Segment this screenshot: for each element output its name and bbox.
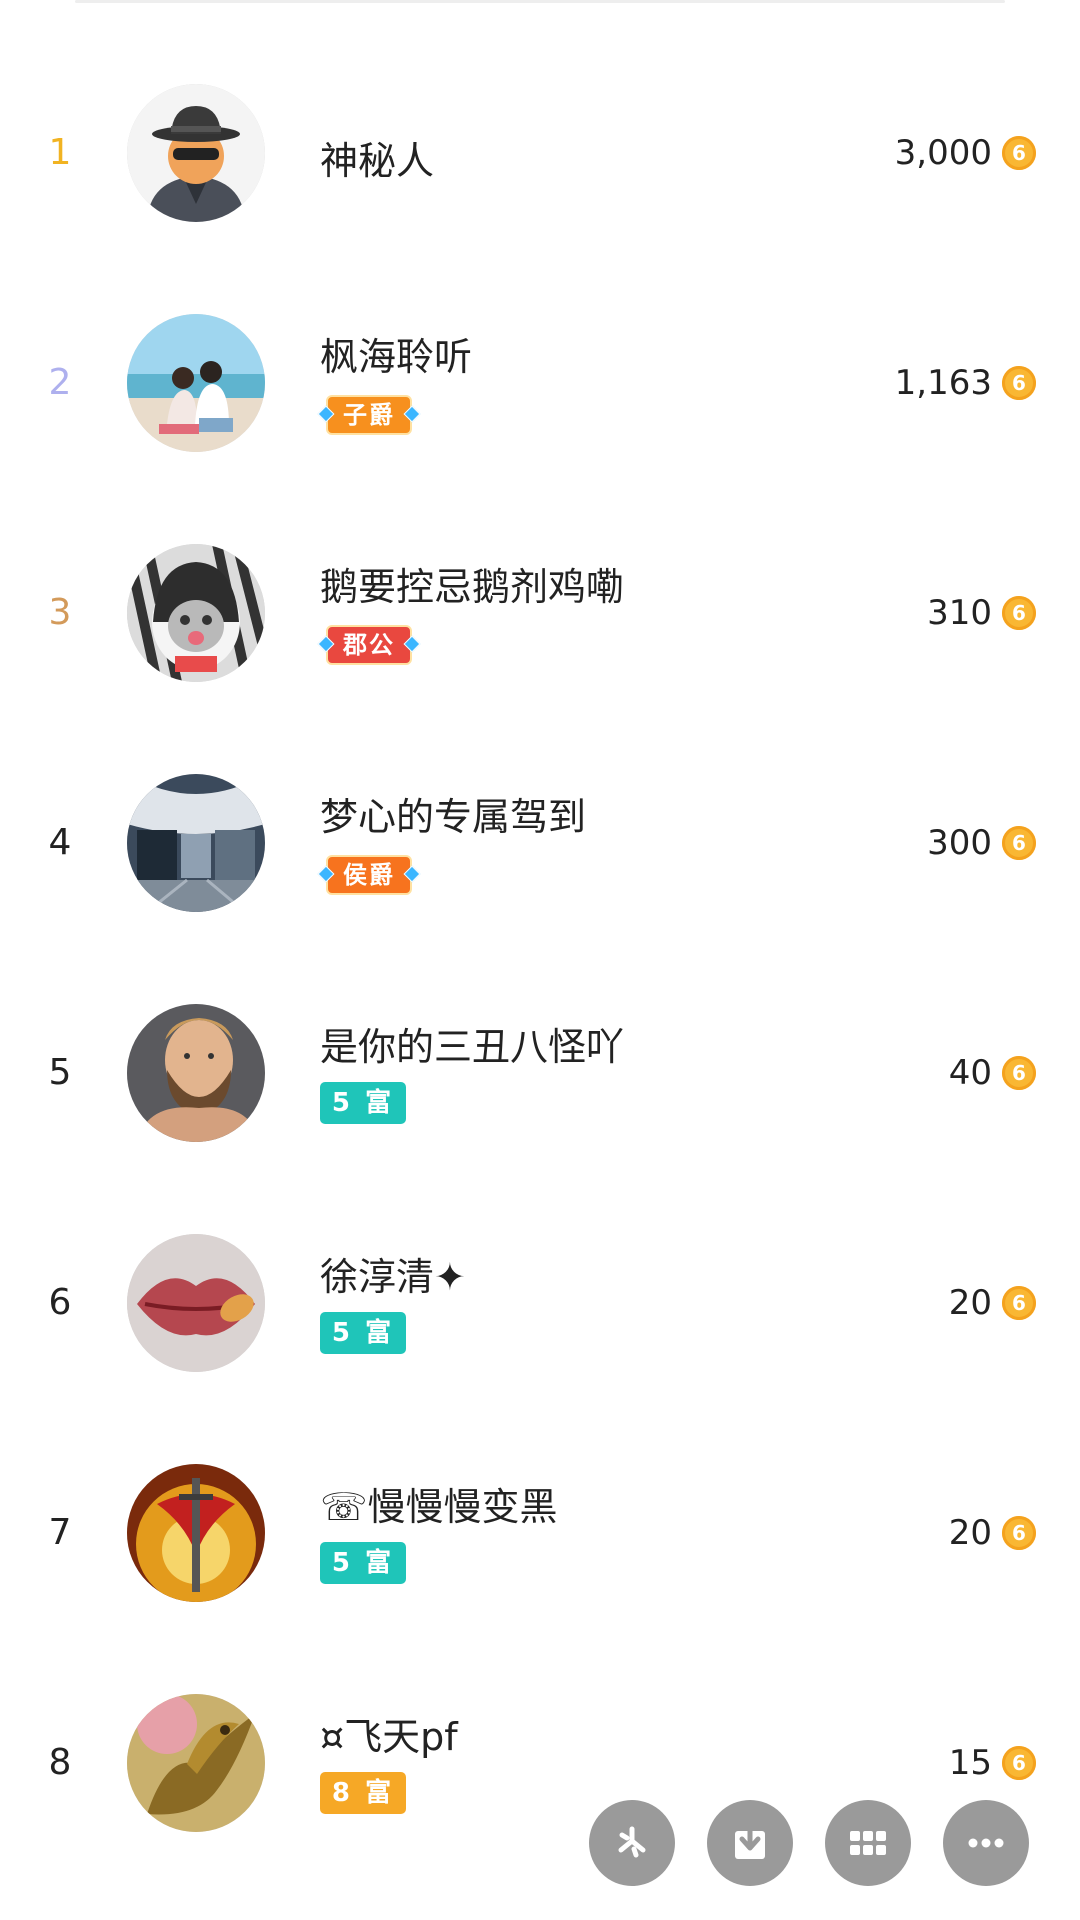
grid-icon: [850, 1831, 886, 1855]
download-button[interactable]: [707, 1800, 793, 1886]
coin-icon: 6: [1002, 1746, 1036, 1780]
list-item[interactable]: 6 徐淳清✦ 5 富 20 6: [0, 1188, 1080, 1418]
avatar[interactable]: [127, 84, 265, 222]
coin-icon: 6: [1002, 1056, 1036, 1090]
avatar[interactable]: [127, 1004, 265, 1142]
top-divider: [75, 0, 1005, 3]
coin-icon: 6: [1002, 1516, 1036, 1550]
rank-number: 8: [48, 1742, 72, 1783]
rank-number: 1: [48, 132, 72, 173]
user-name: ☏慢慢慢变黑: [320, 1485, 558, 1529]
pinwheel-button[interactable]: [589, 1800, 675, 1886]
wealth-badge: 5 富: [320, 1542, 406, 1584]
wealth-badge: 5 富: [320, 1082, 406, 1124]
rank-number: 5: [48, 1052, 72, 1093]
avatar[interactable]: [127, 314, 265, 452]
avatar[interactable]: [127, 544, 265, 682]
list-item[interactable]: 4 梦心的专属驾到 侯爵 300 6: [0, 728, 1080, 958]
download-icon: [735, 1822, 765, 1859]
avatar[interactable]: [127, 774, 265, 912]
coin-icon: 6: [1002, 596, 1036, 630]
avatar[interactable]: [127, 1234, 265, 1372]
rank-number: 7: [48, 1512, 72, 1553]
user-name: 神秘人: [320, 139, 435, 183]
rank-number: 6: [48, 1282, 72, 1323]
coin-amount: 1,163: [894, 363, 992, 403]
list-item[interactable]: 3 鹅要控忌鹅剂鸡嘞 郡公 310 6: [0, 498, 1080, 728]
user-name: 是你的三丑八怪吖: [320, 1025, 625, 1069]
noble-badge: 侯爵: [326, 855, 412, 895]
more-button[interactable]: [943, 1800, 1029, 1886]
pinwheel-icon: [618, 1826, 646, 1858]
list-item[interactable]: 8 ¤飞天pf 8 富 15 6: [0, 1648, 1080, 1878]
user-name: 鹅要控忌鹅剂鸡嘞: [320, 565, 625, 609]
coin-amount: 20: [948, 1513, 992, 1553]
list-item[interactable]: 1 神秘人 3,000 6: [0, 38, 1080, 268]
list-item[interactable]: 2 枫海聆听 子爵 1,163 6: [0, 268, 1080, 498]
coin-amount: 40: [948, 1053, 992, 1093]
more-icon: [968, 1838, 1004, 1848]
user-name: 梦心的专属驾到: [320, 795, 587, 839]
rank-number: 2: [48, 362, 72, 403]
wealth-badge: 5 富: [320, 1312, 406, 1354]
wealth-badge: 8 富: [320, 1772, 406, 1814]
coin-icon: 6: [1002, 366, 1036, 400]
rank-number: 3: [48, 592, 72, 633]
rank-number: 4: [48, 822, 72, 863]
coin-amount: 300: [927, 823, 992, 863]
coin-icon: 6: [1002, 1286, 1036, 1320]
avatar[interactable]: [127, 1464, 265, 1602]
coin-icon: 6: [1002, 136, 1036, 170]
noble-badge: 子爵: [326, 395, 412, 435]
list-item[interactable]: 7 ☏慢慢慢变黑 5 富 20 6: [0, 1418, 1080, 1648]
noble-badge: 郡公: [326, 625, 412, 665]
user-name: 徐淳清✦: [320, 1255, 466, 1299]
user-name: 枫海聆听: [320, 335, 473, 379]
avatar[interactable]: [127, 1694, 265, 1832]
grid-button[interactable]: [825, 1800, 911, 1886]
list-item[interactable]: 5 是你的三丑八怪吖 5 富 40 6: [0, 958, 1080, 1188]
user-name: ¤飞天pf: [320, 1715, 458, 1759]
coin-amount: 20: [948, 1283, 992, 1323]
coin-amount: 3,000: [894, 133, 992, 173]
coin-amount: 310: [927, 593, 992, 633]
coin-icon: 6: [1002, 826, 1036, 860]
